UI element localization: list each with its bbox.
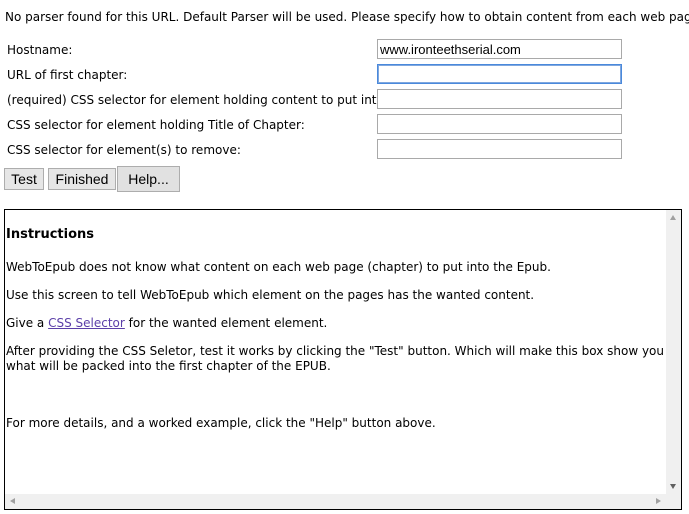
title-selector-label: CSS selector for element holding Title o… bbox=[7, 118, 305, 132]
no-parser-notice: No parser found for this URL. Default Pa… bbox=[5, 10, 689, 24]
instructions-paragraph-2: Use this screen to tell WebToEpub which … bbox=[6, 288, 535, 302]
horizontal-scrollbar[interactable] bbox=[5, 494, 666, 509]
hostname-row: Hostname: bbox=[7, 39, 627, 61]
instructions-heading: Instructions bbox=[6, 227, 95, 242]
first-chapter-url-label: URL of first chapter: bbox=[7, 68, 128, 82]
instructions-paragraph-1: WebToEpub does not know what content on … bbox=[6, 260, 551, 274]
first-chapter-url-input[interactable] bbox=[377, 64, 622, 84]
remove-selector-input[interactable] bbox=[377, 139, 622, 159]
scroll-left-arrow-icon[interactable] bbox=[10, 498, 15, 504]
css-selector-link[interactable]: CSS Selector bbox=[48, 316, 125, 330]
scroll-right-arrow-icon[interactable] bbox=[656, 498, 661, 504]
remove-selector-row: CSS selector for element(s) to remove: bbox=[7, 139, 627, 161]
hostname-input[interactable] bbox=[377, 39, 622, 59]
finished-button[interactable]: Finished bbox=[48, 168, 116, 190]
instructions-paragraph-3: Give a CSS Selector for the wanted eleme… bbox=[6, 316, 666, 331]
title-selector-row: CSS selector for element holding Title o… bbox=[7, 114, 627, 136]
instructions-content: Instructions WebToEpub does not know wha… bbox=[5, 210, 666, 494]
content-selector-row: (required) CSS selector for element hold… bbox=[7, 89, 627, 111]
vertical-scrollbar[interactable] bbox=[666, 210, 681, 494]
scroll-up-arrow-icon[interactable] bbox=[670, 215, 676, 220]
instructions-paragraph-4: After providing the CSS Seletor, test it… bbox=[6, 344, 664, 373]
content-selector-label: (required) CSS selector for element hold… bbox=[7, 93, 424, 107]
hostname-label: Hostname: bbox=[7, 43, 73, 57]
test-button[interactable]: Test bbox=[4, 168, 44, 190]
instructions-panel[interactable]: Instructions WebToEpub does not know wha… bbox=[4, 209, 682, 510]
scrollbar-corner bbox=[666, 494, 681, 509]
title-selector-input[interactable] bbox=[377, 114, 622, 134]
content-selector-input[interactable] bbox=[377, 89, 622, 109]
instructions-paragraph-5: For more details, and a worked example, … bbox=[6, 416, 436, 430]
help-button[interactable]: Help... bbox=[117, 166, 180, 192]
p3-suffix: for the wanted element element. bbox=[124, 316, 328, 330]
p3-prefix: Give a bbox=[6, 316, 49, 330]
remove-selector-label: CSS selector for element(s) to remove: bbox=[7, 143, 241, 157]
first-chapter-url-row: URL of first chapter: bbox=[7, 64, 627, 86]
scroll-down-arrow-icon[interactable] bbox=[670, 484, 676, 489]
